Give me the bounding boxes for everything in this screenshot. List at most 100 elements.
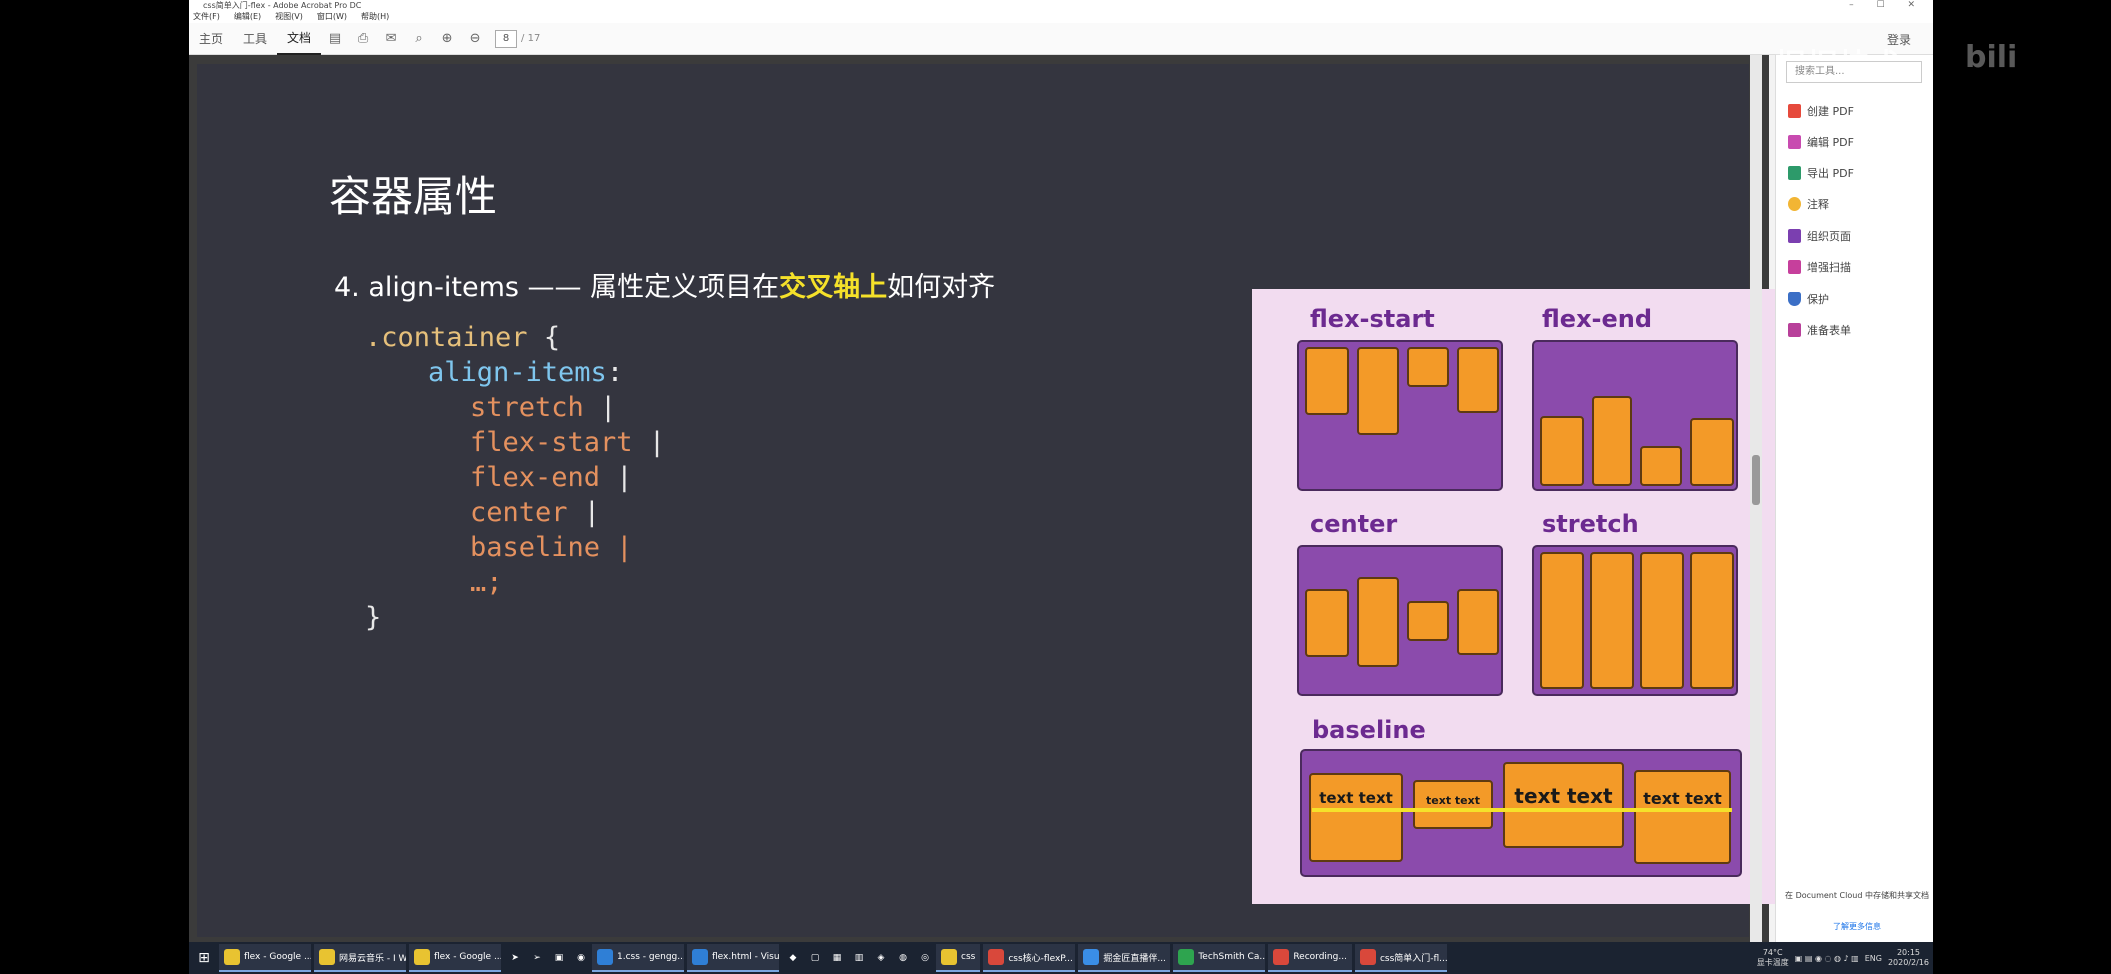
menu-file[interactable]: 文件(F): [193, 10, 220, 23]
code-line: center |: [365, 495, 665, 530]
taskbar-app-chrome[interactable]: flex - Google ...: [409, 944, 501, 972]
pin-icon[interactable]: ➢: [526, 944, 548, 972]
app-icon[interactable]: ▥: [848, 944, 870, 972]
taskbar-app-chrome[interactable]: flex - Google ...: [219, 944, 311, 972]
page-number-field[interactable]: 8: [495, 29, 518, 48]
chrome-icon[interactable]: ◎: [914, 944, 936, 972]
app-icon: [988, 949, 1005, 965]
tool-label: 创建 PDF: [1807, 105, 1854, 118]
subtitle-prefix: 4. align-items —— 属性定义项目在: [334, 272, 780, 303]
code-ellipsis: …;: [470, 567, 503, 598]
taskbar-app[interactable]: 掘金匠直播伴...: [1078, 944, 1171, 972]
tool-prepare-form[interactable]: 准备表单: [1788, 322, 1851, 338]
app-icon[interactable]: ▢: [804, 944, 826, 972]
wechat-icon[interactable]: ◍: [892, 944, 914, 972]
desktop: css简单入门-flex - Adobe Acrobat Pro DC – ☐ …: [0, 0, 2111, 974]
tab-document[interactable]: 文档: [277, 23, 322, 55]
chrome-icon: [414, 949, 430, 965]
document-area[interactable]: 容器属性 4. align-items —— 属性定义项目在交叉轴上如何对齐 .…: [189, 55, 1807, 942]
tab-home[interactable]: 主页: [189, 24, 233, 54]
menu-bar: 文件(F) 编辑(E) 视图(V) 窗口(W) 帮助(H): [189, 10, 1933, 23]
tool-edit-pdf[interactable]: 编辑 PDF: [1788, 134, 1854, 150]
taskbar-app-recording[interactable]: Recording...: [1268, 944, 1352, 972]
tool-export-pdf[interactable]: 导出 PDF: [1788, 165, 1854, 181]
photoshop-icon[interactable]: ▣: [548, 944, 570, 972]
slide-subtitle: 4. align-items —— 属性定义项目在交叉轴上如何对齐: [334, 265, 995, 304]
menu-view[interactable]: 视图(V): [275, 10, 303, 23]
stretch-container: [1532, 545, 1738, 696]
flex-item: [1592, 396, 1632, 486]
mail-icon[interactable]: ✉: [382, 30, 400, 48]
app-icon[interactable]: ◆: [782, 944, 804, 972]
search-app-icon[interactable]: ◉: [570, 944, 592, 972]
flex-item: [1305, 589, 1349, 657]
taskbar-app-camtasia[interactable]: TechSmith Ca...: [1173, 944, 1266, 972]
chrome-icon: [319, 949, 335, 965]
chrome-icon: [224, 949, 240, 965]
app-icon[interactable]: ◈: [870, 944, 892, 972]
taskbar-app-vscode[interactable]: 1.css - gengg...: [592, 944, 684, 972]
menu-window[interactable]: 窗口(W): [317, 10, 347, 23]
tools-search-input[interactable]: 搜索工具...: [1786, 61, 1922, 83]
tool-comment[interactable]: 注释: [1788, 196, 1829, 212]
next-page-icon[interactable]: ⊖: [466, 30, 484, 48]
bilibili-logo: bili: [1965, 40, 2018, 75]
center-container: [1297, 545, 1503, 696]
tool-create-pdf[interactable]: 创建 PDF: [1788, 103, 1854, 119]
app-icon[interactable]: ▦: [826, 944, 848, 972]
menu-help[interactable]: 帮助(H): [361, 10, 389, 23]
flex-item: [1457, 347, 1499, 413]
tab-tools[interactable]: 工具: [233, 24, 277, 54]
telegram-icon[interactable]: ➤: [504, 944, 526, 972]
prev-page-icon[interactable]: ⊕: [438, 30, 456, 48]
code-brace-open: {: [527, 322, 561, 353]
flex-item: [1640, 446, 1682, 486]
code-value: center: [470, 497, 568, 528]
app-label: css: [961, 952, 976, 962]
code-line: flex-start |: [365, 425, 665, 460]
save-icon[interactable]: ▤: [326, 30, 344, 48]
vertical-scrollbar[interactable]: [1750, 55, 1762, 942]
item-text: text text: [1319, 789, 1393, 807]
code-brace-close: }: [365, 602, 382, 633]
subtitle-suffix: 如何对齐: [887, 272, 996, 303]
code-property: align-items: [428, 357, 607, 388]
tray-icons[interactable]: ▣ ▤ ◉ ◌ ◍ ♪ ▥: [1795, 954, 1859, 963]
tool-label: 注释: [1807, 198, 1829, 211]
tool-label: 增强扫描: [1807, 261, 1851, 274]
code-line: stretch |: [365, 390, 665, 425]
tool-enhance-scans[interactable]: 增强扫描: [1788, 259, 1851, 275]
recording-icon: [1273, 949, 1290, 965]
search-icon[interactable]: ⌕: [410, 30, 428, 48]
taskbar-app-vscode[interactable]: flex.html - Visu...: [687, 944, 779, 972]
acrobat-icon: [1359, 949, 1376, 965]
page-total: / 17: [521, 33, 541, 44]
app-label: 1.css - gengg...: [617, 952, 684, 962]
menu-edit[interactable]: 编辑(E): [234, 10, 261, 23]
code-line: align-items:: [365, 355, 665, 390]
document-cloud-note: 在 Document Cloud 中存储和共享文档: [1785, 891, 1929, 900]
flex-end-container: [1532, 340, 1738, 491]
taskbar-app-chrome[interactable]: 网易云音乐 - I Wi...: [314, 944, 406, 972]
taskbar-app-acrobat[interactable]: css简单入门-fl...: [1354, 944, 1447, 972]
tool-protect[interactable]: 保护: [1788, 291, 1829, 307]
tool-organize-pages[interactable]: 组织页面: [1788, 228, 1851, 244]
taskbar-app-folder[interactable]: css: [936, 944, 981, 972]
code-line: .container {: [365, 320, 665, 355]
scroll-thumb[interactable]: [1752, 455, 1760, 505]
learn-more-link[interactable]: 了解更多信息: [1784, 921, 1930, 932]
code-value: flex-start: [470, 427, 633, 458]
language-indicator[interactable]: ENG: [1865, 954, 1882, 963]
print-icon[interactable]: ⎙: [354, 30, 372, 48]
clock[interactable]: 20:15 2020/2/16: [1888, 948, 1929, 968]
organize-pages-icon: [1788, 229, 1801, 243]
taskbar-app[interactable]: css核心-flexP...: [983, 944, 1076, 972]
code-pipe: |: [600, 532, 633, 563]
edit-pdf-icon: [1788, 135, 1801, 149]
code-line: baseline |: [365, 530, 665, 565]
shield-icon: [1788, 292, 1801, 306]
windows-start-icon[interactable]: ⊞: [189, 942, 219, 974]
temperature-readout: 74°C 显卡温度: [1757, 948, 1789, 968]
code-value: stretch: [470, 392, 584, 423]
toolbar: 主页 工具 文档 ▤ ⎙ ✉ ⌕ ⊕ ⊖ 8 / 17 登录: [189, 23, 1933, 55]
